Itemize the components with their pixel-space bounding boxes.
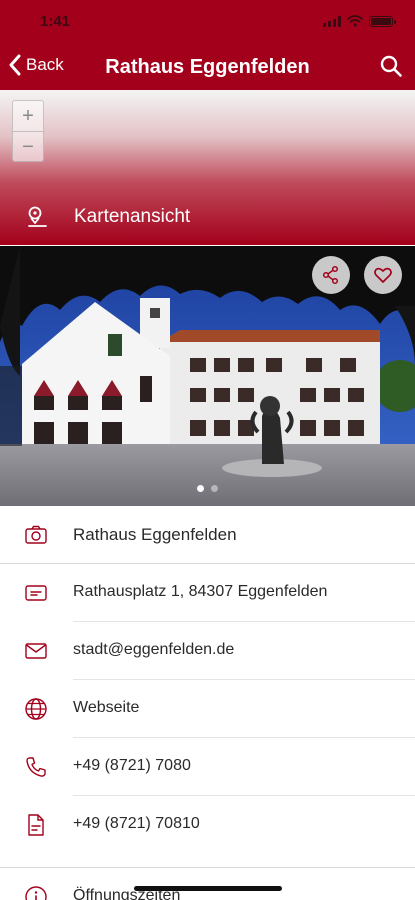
photo-gallery[interactable] (0, 246, 415, 506)
map-view-link[interactable]: Kartenansicht (0, 194, 415, 240)
status-time: 1:41 (40, 13, 71, 30)
map-zoom-control: + − (12, 100, 44, 162)
app-header: 1:41 Back Rathaus Eggenfelden (0, 0, 415, 90)
map-pin-icon (28, 206, 47, 227)
status-bar: 1:41 (0, 0, 415, 44)
heart-icon (374, 267, 392, 283)
zoom-in-button[interactable]: + (13, 101, 43, 131)
details-list: Rathaus Eggenfelden Rathausplatz 1, 8430… (0, 506, 415, 900)
gallery-dot[interactable] (197, 485, 204, 492)
status-icons (323, 15, 396, 27)
camera-icon (25, 525, 47, 544)
battery-icon (369, 15, 396, 27)
map-view-label: Kartenansicht (74, 206, 191, 227)
address-card-icon (25, 585, 47, 601)
chevron-left-icon (9, 54, 21, 76)
signal-icon (323, 15, 341, 27)
back-button[interactable]: Back (8, 54, 64, 76)
home-indicator[interactable] (134, 886, 282, 891)
email-row[interactable]: stadt@eggenfelden.de (0, 622, 415, 679)
phone-number: +49 (8721) 7080 (73, 757, 191, 774)
website-link: Webseite (73, 699, 140, 716)
place-name: Rathaus Eggenfelden (73, 525, 237, 544)
navigation-bar: Back Rathaus Eggenfelden (0, 44, 415, 90)
address-row[interactable]: Rathausplatz 1, 84307 Eggenfelden (0, 564, 415, 621)
opening-hours-row[interactable]: Öffnungszeiten (0, 868, 415, 900)
gallery-dot[interactable] (211, 485, 218, 492)
gallery-pagination[interactable] (0, 485, 415, 492)
map-preview[interactable]: + − Kartenansicht (0, 90, 415, 245)
search-icon (380, 55, 402, 77)
back-label: Back (26, 55, 64, 74)
town-hall-photo (0, 246, 415, 506)
mail-icon (25, 643, 47, 659)
phone-row[interactable]: +49 (8721) 7080 (0, 738, 415, 795)
globe-icon (25, 698, 47, 720)
fax-document-icon (28, 814, 44, 836)
name-row: Rathaus Eggenfelden (0, 506, 415, 563)
zoom-out-button[interactable]: − (13, 131, 43, 161)
search-button[interactable] (379, 54, 403, 83)
wifi-icon (347, 15, 363, 27)
email-link: stadt@eggenfelden.de (73, 641, 235, 658)
info-icon (25, 886, 47, 900)
share-button[interactable] (312, 256, 350, 294)
favorite-button[interactable] (364, 256, 402, 294)
website-row[interactable]: Webseite (0, 680, 415, 737)
share-icon (322, 265, 339, 285)
fax-row[interactable]: +49 (8721) 70810 (0, 796, 415, 853)
phone-icon (26, 757, 46, 777)
address-text: Rathausplatz 1, 84307 Eggenfelden (73, 583, 328, 600)
fax-number: +49 (8721) 70810 (73, 815, 200, 832)
